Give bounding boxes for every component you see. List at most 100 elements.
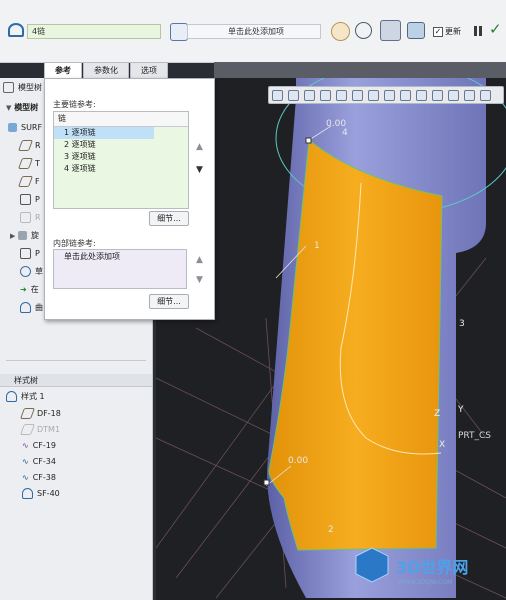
view-toolbar (268, 86, 504, 104)
style-item-cf34[interactable]: ∿ CF-34 (22, 456, 56, 468)
tab-references[interactable]: 参考 (44, 62, 82, 78)
drag-handle-bottom (263, 479, 270, 486)
view-manager-icon[interactable] (368, 89, 379, 101)
axis-z-label: Z (434, 409, 440, 419)
pause-icon[interactable] (474, 26, 483, 36)
insert-arrow-icon: ➜ (20, 285, 27, 294)
move-down-arrow-icon[interactable]: ▼ (196, 165, 203, 175)
pattern-icon[interactable] (331, 22, 350, 41)
style-tree-title: 样式树 (14, 376, 38, 385)
snap-toggle-icon[interactable] (380, 20, 401, 41)
style-item-df18[interactable]: DF-18 (19, 408, 61, 420)
zoom-out-icon[interactable] (304, 89, 315, 101)
chain-list-header: 链 (54, 112, 188, 127)
tree-item-f[interactable]: F (17, 176, 40, 188)
drag-handle-top (305, 137, 312, 144)
style-item-label: DF-18 (37, 409, 61, 418)
ribbon-dashboard: 4链 单击此处添加项 ✓ 更新 ✓ (0, 0, 506, 78)
internal-down-arrow-icon[interactable]: ▼ (196, 275, 203, 285)
add-item-field[interactable]: 单击此处添加项 (187, 24, 321, 39)
preview-icon[interactable] (407, 22, 425, 39)
detail-button-2[interactable]: 细节... (149, 294, 189, 309)
internal-chain-icon[interactable] (170, 23, 188, 41)
sketch-icon (20, 266, 31, 277)
update-checkbox[interactable]: ✓ (433, 27, 443, 37)
revolve-icon (17, 231, 27, 240)
tree-item-label: 曲 (35, 303, 43, 312)
dim-label-bottom: 0.00 (288, 456, 308, 466)
internal-up-arrow-icon[interactable]: ▲ (196, 255, 203, 265)
csys-icon (20, 194, 31, 205)
csys-icon (20, 248, 31, 259)
tab-options[interactable]: 选项 (130, 62, 168, 78)
main-chain-list[interactable]: 链 1 逐项链 2 逐项链 3 逐项链 4 逐项链 (53, 111, 189, 209)
datum-plane-icon (19, 408, 36, 419)
ribbon-right-fill (214, 62, 506, 78)
model-tree-header[interactable]: 模型树 (3, 82, 42, 94)
references-panel: 主要链参考: 链 1 逐项链 2 逐项链 3 逐项链 4 逐项链 ▲ ▼ 细节.… (44, 78, 215, 320)
zoom-in-icon[interactable] (288, 89, 299, 101)
chain-row-1[interactable]: 1 逐项链 (54, 127, 154, 139)
style-item-cf38[interactable]: ∿ CF-38 (22, 472, 56, 484)
datum-display-icon[interactable] (384, 89, 395, 101)
internal-chain-label: 内部链参考: (53, 239, 96, 248)
curve-connection-icon[interactable] (432, 89, 443, 101)
style-item-dtm1[interactable]: DTM1 (19, 424, 60, 436)
model-tree-subheader[interactable]: ▼ 模型树 (6, 102, 38, 114)
confirm-check-icon[interactable]: ✓ (489, 20, 502, 38)
saved-orientations-icon[interactable] (352, 89, 363, 101)
tree-item-r2[interactable]: R (20, 212, 41, 224)
plane-icon (17, 176, 34, 187)
style-tree-root[interactable]: 样式 1 (6, 391, 45, 403)
internal-chain-list[interactable]: 单击此处添加项 (53, 249, 187, 289)
style-surface-icon[interactable] (8, 23, 24, 37)
update-label: 更新 (445, 27, 461, 36)
style-tree-header[interactable]: 样式树 (0, 374, 152, 387)
chain-row-2[interactable]: 2 逐项链 (54, 139, 154, 151)
tree-item-label: R (35, 141, 41, 150)
display-style-icon[interactable] (336, 89, 347, 101)
tree-item-label: T (35, 159, 40, 168)
isolines-icon[interactable] (448, 89, 459, 101)
tree-item-p2[interactable]: P (20, 248, 40, 260)
chain-count-field[interactable]: 4链 (27, 24, 161, 39)
tree-item-label: P (35, 249, 40, 258)
chain-label-4: 4 (342, 128, 348, 138)
tree-item-revolve[interactable]: ▶ 旋 (10, 230, 39, 242)
tree-item-label: F (35, 177, 40, 186)
tree-item-label: P (35, 195, 40, 204)
model-tree-title: 模型树 (18, 83, 42, 92)
settings-gear-icon[interactable] (355, 22, 372, 39)
panel-divider (6, 360, 146, 361)
tree-item-label: 旋 (30, 231, 39, 240)
axis-y-label: Y (457, 405, 464, 415)
tree-item-style[interactable]: 曲 (20, 302, 43, 314)
tab-parameters[interactable]: 参数化 (83, 62, 129, 78)
annotation-display-icon[interactable] (416, 89, 427, 101)
tree-item-sketch[interactable]: 草 (20, 266, 43, 278)
watermark-text: 3D世界网 (396, 558, 468, 577)
move-up-arrow-icon[interactable]: ▲ (196, 142, 203, 152)
main-chain-label: 主要链参考: (53, 100, 96, 109)
style-surface-icon (6, 391, 17, 402)
tree-item-t[interactable]: T (17, 158, 40, 170)
tree-item-surf[interactable]: SURF (8, 122, 42, 134)
tree-item-r[interactable]: R (17, 140, 41, 152)
repaint-icon[interactable] (320, 89, 331, 101)
model-tree-subtitle: 模型树 (14, 103, 39, 112)
tree-item-insert[interactable]: ➜ 在 (20, 284, 39, 296)
style-item-sf40[interactable]: SF-40 (22, 488, 60, 500)
plane-icon (17, 158, 34, 169)
detail-button[interactable]: 细节... (149, 211, 189, 226)
refit-icon[interactable] (272, 89, 283, 101)
tree-item-p[interactable]: P (20, 194, 40, 206)
chain-row-4[interactable]: 4 逐项链 (54, 163, 154, 175)
plane-icon (17, 140, 34, 151)
style-item-label: CF-34 (32, 457, 56, 466)
grid-display-icon[interactable] (464, 89, 475, 101)
view-settings-icon[interactable] (480, 89, 491, 101)
axis-x-label: X (439, 440, 445, 450)
style-item-cf19[interactable]: ∿ CF-19 (22, 440, 56, 452)
spin-center-icon[interactable] (400, 89, 411, 101)
chain-row-3[interactable]: 3 逐项链 (54, 151, 154, 163)
